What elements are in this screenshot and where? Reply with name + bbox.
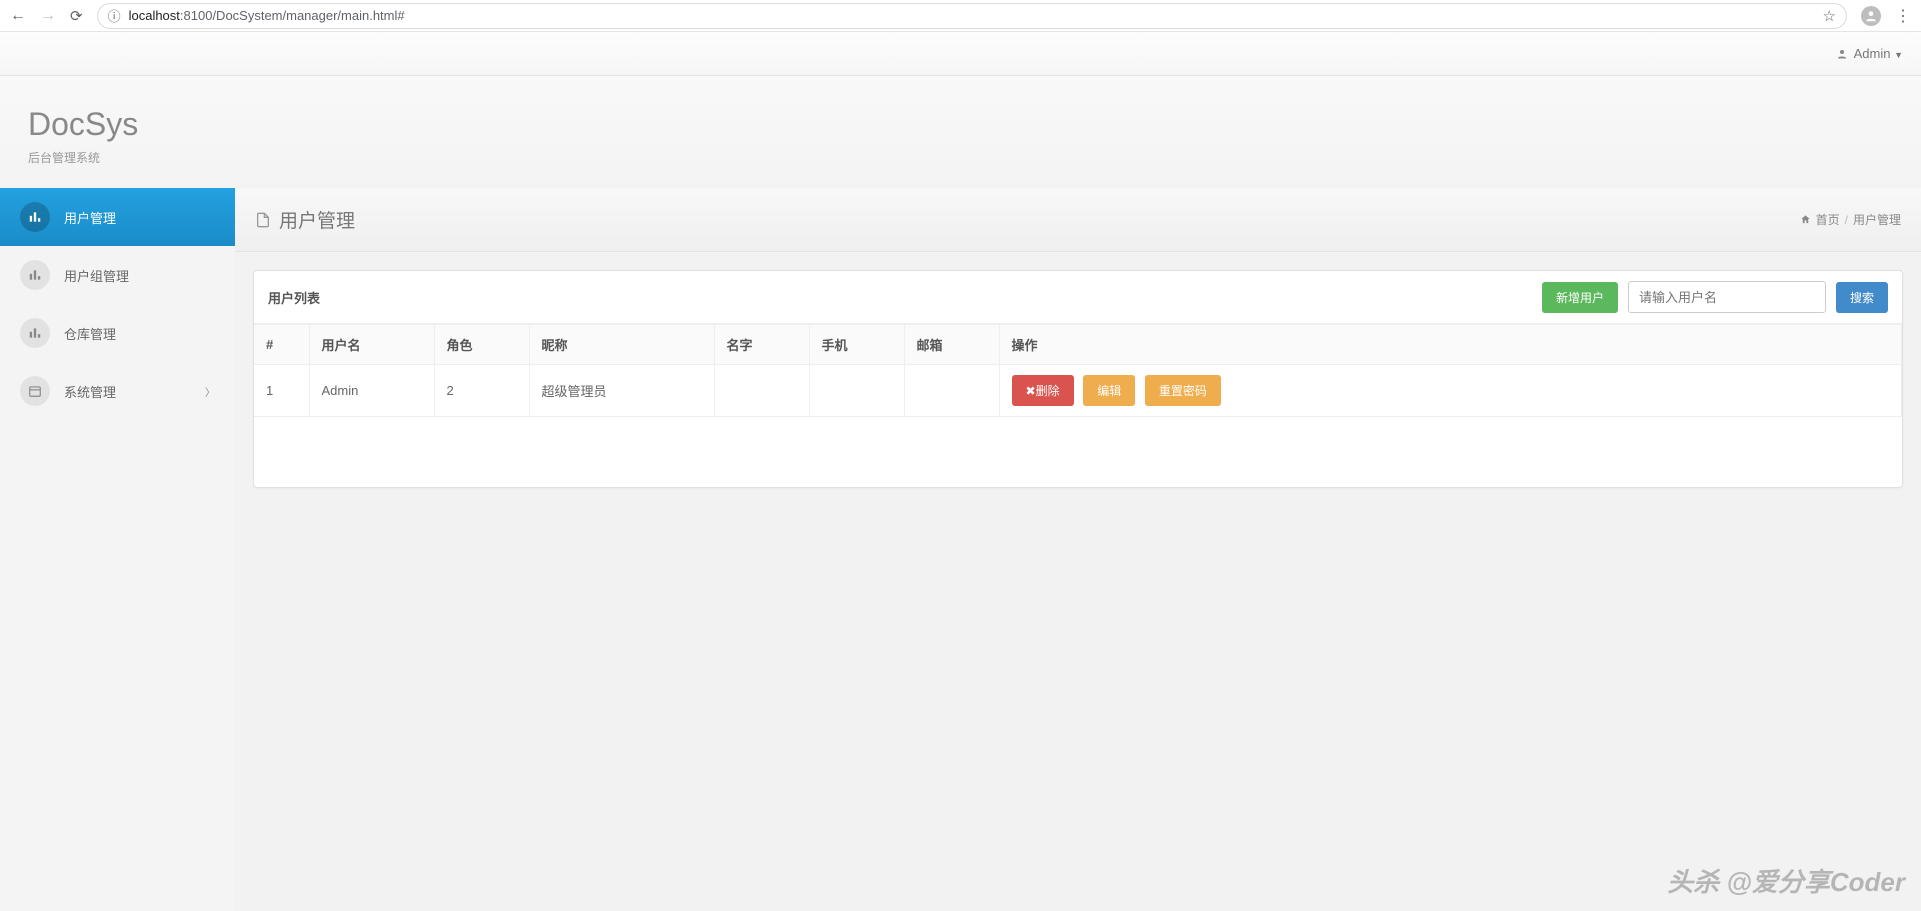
delete-button[interactable]: ✖删除 <box>1012 375 1074 406</box>
col-name: 名字 <box>714 325 809 365</box>
app-title: DocSys <box>28 106 1893 143</box>
user-icon <box>1836 48 1848 60</box>
sidebar-item-label: 仓库管理 <box>64 324 116 343</box>
col-idx: # <box>254 325 309 365</box>
bookmark-star-icon[interactable]: ☆ <box>1823 7 1836 25</box>
col-role: 角色 <box>434 325 529 365</box>
cell-name <box>714 365 809 417</box>
chart-bar-icon <box>20 260 50 290</box>
profile-avatar-icon[interactable] <box>1861 6 1881 26</box>
chart-bar-icon <box>20 202 50 232</box>
address-bar[interactable]: ⓘ localhost:8100/DocSystem/manager/main.… <box>97 3 1847 29</box>
sidebar: 用户管理 用户组管理 仓库管理 系统管理 〉 <box>0 188 235 911</box>
close-icon: ✖ <box>1026 384 1036 398</box>
table-row: 1 Admin 2 超级管理员 ✖删除 编辑 重置密码 <box>254 365 1902 417</box>
url-text: localhost:8100/DocSystem/manager/main.ht… <box>129 8 405 23</box>
cell-role: 2 <box>434 365 529 417</box>
cell-idx: 1 <box>254 365 309 417</box>
search-button[interactable]: 搜索 <box>1836 282 1888 313</box>
app-topbar: Admin ▼ <box>0 32 1921 76</box>
breadcrumb: 首页 / 用户管理 <box>1800 211 1901 228</box>
add-user-button[interactable]: 新增用户 <box>1542 282 1618 313</box>
reload-icon[interactable]: ⟳ <box>70 7 83 25</box>
sidebar-item-label: 系统管理 <box>64 382 116 401</box>
content-header: 用户管理 首页 / 用户管理 <box>235 188 1921 252</box>
chart-bar-icon <box>20 318 50 348</box>
site-info-icon[interactable]: ⓘ <box>108 6 121 25</box>
browser-menu-icon[interactable]: ⋮ <box>1895 6 1911 26</box>
breadcrumb-home[interactable]: 首页 <box>1816 211 1840 228</box>
sidebar-item-users[interactable]: 用户管理 <box>0 188 235 246</box>
col-phone: 手机 <box>809 325 904 365</box>
sidebar-item-repos[interactable]: 仓库管理 <box>0 304 235 362</box>
panel-header: 用户列表 新增用户 搜索 <box>254 271 1902 324</box>
sidebar-item-label: 用户组管理 <box>64 266 129 285</box>
edit-button[interactable]: 编辑 <box>1083 375 1135 406</box>
breadcrumb-sep: / <box>1845 213 1848 227</box>
search-input[interactable] <box>1628 281 1826 313</box>
chevron-right-icon: 〉 <box>205 384 215 399</box>
content: 用户管理 首页 / 用户管理 用户列表 新增用户 搜索 <box>235 188 1921 911</box>
col-actions: 操作 <box>999 325 1902 365</box>
user-label: Admin <box>1854 46 1891 61</box>
col-email: 邮箱 <box>904 325 999 365</box>
cell-email <box>904 365 999 417</box>
col-username: 用户名 <box>309 325 434 365</box>
file-icon <box>255 212 271 228</box>
user-list-panel: 用户列表 新增用户 搜索 # 用户名 角色 昵称 名字 手机 <box>253 270 1903 488</box>
cell-nickname: 超级管理员 <box>529 365 714 417</box>
table-header-row: # 用户名 角色 昵称 名字 手机 邮箱 操作 <box>254 325 1902 365</box>
home-icon[interactable] <box>1800 214 1811 225</box>
breadcrumb-current: 用户管理 <box>1853 211 1901 228</box>
cell-phone <box>809 365 904 417</box>
caret-down-icon: ▼ <box>1894 50 1903 60</box>
col-nickname: 昵称 <box>529 325 714 365</box>
cell-username: Admin <box>309 365 434 417</box>
user-table: # 用户名 角色 昵称 名字 手机 邮箱 操作 1 <box>254 324 1902 417</box>
browser-chrome: ← → ⟳ ⓘ localhost:8100/DocSystem/manager… <box>0 0 1921 32</box>
panel-title: 用户列表 <box>268 288 320 307</box>
reset-password-button[interactable]: 重置密码 <box>1145 375 1221 406</box>
cell-actions: ✖删除 编辑 重置密码 <box>999 365 1902 417</box>
app-subtitle: 后台管理系统 <box>28 149 1893 166</box>
sidebar-item-label: 用户管理 <box>64 208 116 227</box>
sidebar-item-system[interactable]: 系统管理 〉 <box>0 362 235 420</box>
page-title: 用户管理 <box>255 206 355 233</box>
user-menu[interactable]: Admin ▼ <box>1854 46 1903 61</box>
nav-forward-icon[interactable]: → <box>40 7 56 25</box>
logo-header: DocSys 后台管理系统 <box>0 76 1921 188</box>
calendar-icon <box>20 376 50 406</box>
nav-back-icon[interactable]: ← <box>10 7 26 25</box>
sidebar-item-usergroups[interactable]: 用户组管理 <box>0 246 235 304</box>
